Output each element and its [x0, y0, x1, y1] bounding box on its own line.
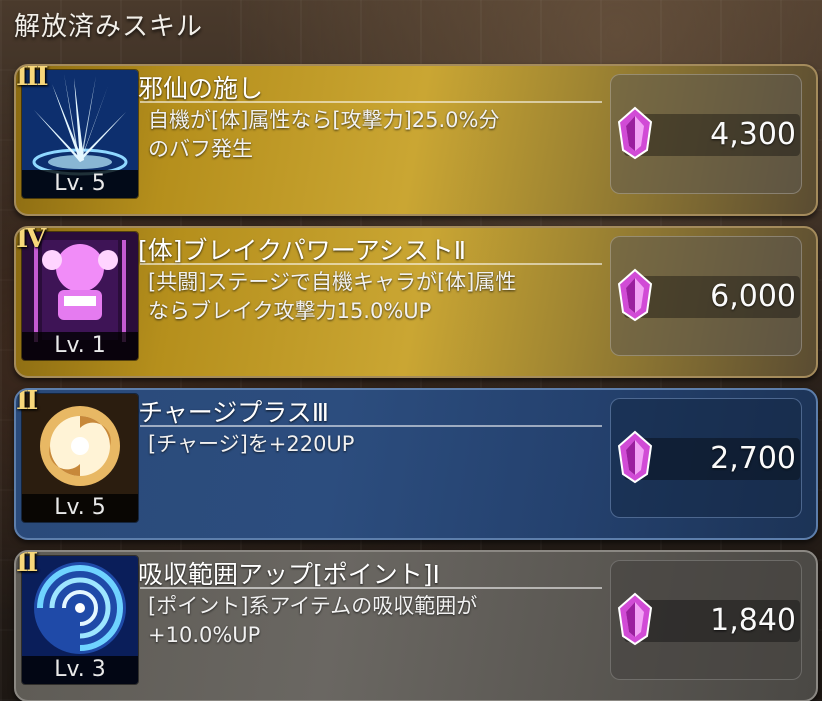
gem-icon: [617, 106, 653, 160]
title-divider: [140, 425, 602, 427]
skill-description: [ポイント]系アイテムの吸収範囲が +10.0%UP: [148, 592, 608, 650]
gem-icon: [617, 430, 653, 484]
skill-card-4[interactable]: Lv. 3 II 吸収範囲アップ[ポイント]Ⅰ [ポイント]系アイテムの吸収範囲…: [14, 550, 818, 701]
skill-title: チャージプラスⅢ: [138, 398, 329, 427]
desc-line: [ポイント]系アイテムの吸収範囲が: [148, 594, 478, 618]
skill-icon-frame: Lv. 5: [21, 393, 139, 523]
skill-level: Lv. 3: [22, 656, 138, 684]
skill-icon-frame: Lv. 3: [21, 555, 139, 685]
skill-cost: 1,840: [710, 603, 796, 638]
skill-description: 自機が[体]属性なら[攻撃力]25.0%分 のバフ発生: [148, 106, 608, 164]
title-divider: [140, 263, 602, 265]
skill-level: Lv. 5: [22, 494, 138, 522]
gem-icon: [617, 592, 653, 646]
skill-card-3[interactable]: Lv. 5 II チャージプラスⅢ [チャージ]を+220UP 2,700: [14, 388, 818, 540]
skill-card-1[interactable]: Lv. 5 III 邪仙の施し 自機が[体]属性なら[攻撃力]25.0%分 のバ…: [14, 64, 818, 216]
desc-line: のバフ発生: [148, 137, 253, 161]
skill-description: [チャージ]を+220UP: [148, 430, 608, 459]
skill-title: 邪仙の施し: [138, 74, 264, 103]
skill-title: [体]ブレイクパワーアシストⅡ: [138, 236, 467, 265]
title-divider: [140, 587, 602, 589]
desc-line: [共闘]ステージで自機キャラが[体]属性: [148, 270, 517, 294]
page-title: 解放済みスキル: [14, 12, 204, 42]
skill-cost: 2,700: [710, 441, 796, 476]
skill-level: Lv. 5: [22, 170, 138, 198]
rank-badge: II: [16, 550, 38, 578]
title-divider: [140, 101, 602, 103]
skill-cost: 4,300: [710, 117, 796, 152]
rank-badge: III: [16, 64, 48, 92]
desc-line: 自機が[体]属性なら[攻撃力]25.0%分: [148, 108, 500, 132]
desc-line: +10.0%UP: [148, 623, 261, 647]
desc-line: ならブレイク攻撃力15.0%UP: [148, 299, 432, 323]
skill-level: Lv. 1: [22, 332, 138, 360]
rank-badge: IV: [16, 226, 46, 254]
skill-description: [共闘]ステージで自機キャラが[体]属性 ならブレイク攻撃力15.0%UP: [148, 268, 608, 326]
skill-title: 吸収範囲アップ[ポイント]Ⅰ: [138, 560, 440, 589]
skill-cost: 6,000: [710, 279, 796, 314]
desc-line: [チャージ]を+220UP: [148, 432, 355, 456]
skill-card-2[interactable]: Lv. 1 IV [体]ブレイクパワーアシストⅡ [共闘]ステージで自機キャラが…: [14, 226, 818, 378]
rank-badge: II: [16, 388, 38, 416]
gem-icon: [617, 268, 653, 322]
